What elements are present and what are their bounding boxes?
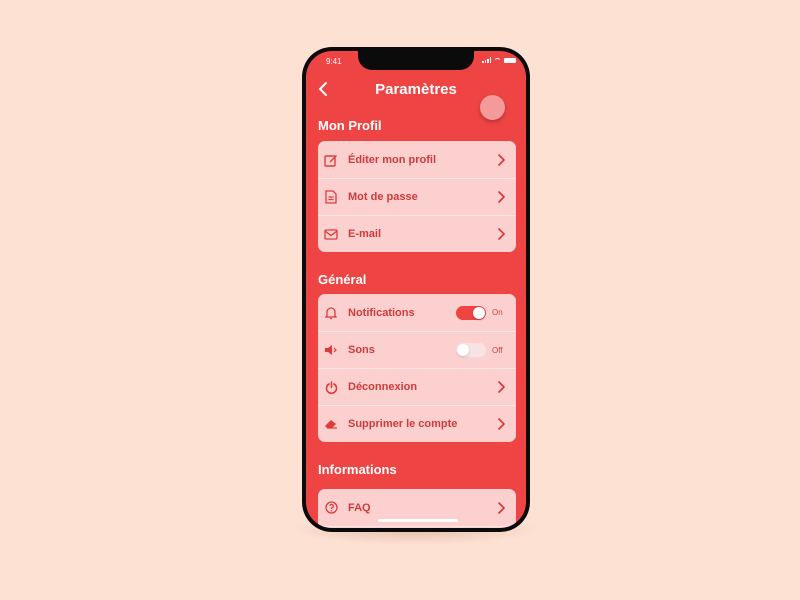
- settings-item-edit-profile[interactable]: Éditer mon profil: [318, 141, 516, 178]
- notifications-toggle[interactable]: [456, 305, 486, 320]
- settings-item-delete-account[interactable]: Supprimer le compte: [318, 405, 516, 442]
- wifi-icon: [494, 57, 501, 63]
- eraser-icon: [324, 417, 338, 431]
- settings-item-label: Sons: [348, 344, 375, 356]
- chevron-right-icon: [498, 228, 506, 240]
- help-icon: [324, 501, 338, 515]
- document-icon: [324, 190, 338, 204]
- settings-item-label: Supprimer le compte: [348, 418, 458, 430]
- app-screen: 9:41 Paramètres Mon Profil Éditer mon pr…: [306, 51, 526, 528]
- power-icon: [324, 380, 338, 394]
- settings-item-next: [318, 526, 516, 528]
- settings-item-label: FAQ: [348, 501, 371, 514]
- section-title-mon-profil: Mon Profil: [318, 118, 382, 133]
- status-time: 9:41: [326, 57, 342, 66]
- card-informations: FAQ: [318, 489, 516, 528]
- section-title-general: Général: [318, 272, 367, 287]
- settings-item-label: Mot de passe: [348, 191, 418, 203]
- mail-icon: [324, 227, 338, 241]
- battery-icon: [504, 57, 516, 63]
- speaker-icon: [324, 343, 338, 357]
- settings-item-sounds: Sons Off: [318, 331, 516, 368]
- card-mon-profil: Éditer mon profil Mot de passe E-mail: [318, 141, 516, 252]
- chevron-right-icon: [498, 381, 506, 393]
- settings-item-label: Éditer mon profil: [348, 153, 436, 166]
- sounds-toggle[interactable]: [456, 343, 486, 357]
- settings-item-password[interactable]: Mot de passe: [318, 178, 516, 215]
- chevron-right-icon: [498, 501, 506, 514]
- card-general: Notifications On Sons Off Déconnexion Su…: [318, 294, 516, 442]
- toggle-knob: [457, 344, 469, 356]
- notch: [358, 51, 474, 70]
- floating-action-button[interactable]: [480, 95, 505, 120]
- settings-item-notifications: Notifications On: [318, 294, 516, 331]
- settings-item-email[interactable]: E-mail: [318, 215, 516, 252]
- toggle-state-label: On: [492, 308, 503, 317]
- section-title-informations: Informations: [318, 462, 397, 477]
- phone-frame: 9:41 Paramètres Mon Profil Éditer mon pr…: [302, 47, 530, 532]
- settings-item-label: Notifications: [348, 306, 415, 319]
- settings-item-label: E-mail: [348, 228, 382, 240]
- toggle-state-label: Off: [492, 345, 503, 355]
- edit-icon: [324, 153, 338, 167]
- status-icons: [482, 57, 516, 63]
- settings-item-label: Déconnexion: [348, 381, 418, 393]
- toggle-knob: [473, 306, 485, 319]
- bell-icon: [324, 306, 338, 320]
- chevron-right-icon: [498, 191, 506, 203]
- signal-icon: [482, 57, 491, 63]
- settings-item-logout[interactable]: Déconnexion: [318, 368, 516, 405]
- home-indicator[interactable]: [378, 519, 458, 522]
- chevron-right-icon: [498, 153, 506, 166]
- chevron-right-icon: [498, 418, 506, 430]
